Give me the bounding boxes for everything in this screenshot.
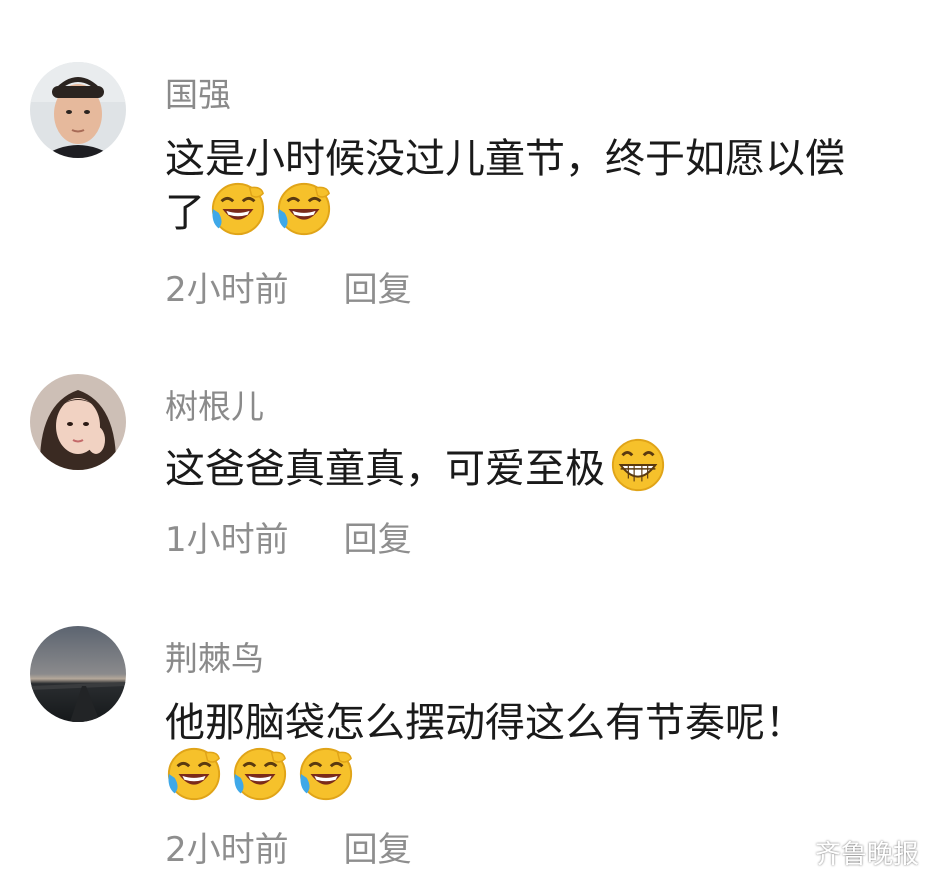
comment-text: 他那脑袋怎么摆动得这么有节奏呢！ — [165, 700, 805, 746]
comment-text-line2: 了 — [165, 190, 205, 236]
username[interactable]: 荆棘鸟 — [165, 632, 264, 680]
laugh-cry-emoji-icon — [211, 182, 265, 236]
username[interactable]: 国强 — [165, 68, 231, 116]
timestamp: 2小时前 — [165, 270, 289, 310]
username[interactable]: 树根儿 — [165, 380, 264, 428]
laugh-cry-emoji-icon — [277, 182, 331, 236]
avatar[interactable] — [30, 626, 126, 722]
comment-meta: 1小时前 回复 — [165, 512, 412, 561]
grin-emoji-icon — [611, 438, 665, 492]
reply-button[interactable]: 回复 — [344, 262, 412, 311]
laugh-cry-emoji-icon — [233, 747, 287, 801]
comment-text: 这爸爸真童真，可爱至极 — [165, 446, 605, 492]
comment-meta: 2小时前 回复 — [165, 822, 412, 871]
timestamp: 2小时前 — [165, 830, 289, 870]
timestamp: 1小时前 — [165, 520, 289, 560]
comment-text-row: 这爸爸真童真，可爱至极 — [165, 436, 675, 494]
watermark: 齐鲁晚报 — [772, 834, 919, 871]
comment-emojis — [165, 745, 363, 803]
avatar[interactable] — [30, 62, 126, 158]
comment-meta: 2小时前 回复 — [165, 262, 412, 311]
laugh-cry-emoji-icon — [167, 747, 221, 801]
reply-button[interactable]: 回复 — [344, 822, 412, 871]
comment-text-continued: 了 — [165, 180, 341, 238]
watermark-text: 齐鲁晚报 — [814, 840, 919, 870]
comment-text: 这是小时候没过儿童节，终于如愿以偿 — [165, 136, 845, 182]
reply-button[interactable]: 回复 — [344, 512, 412, 561]
avatar[interactable] — [30, 374, 126, 470]
laugh-cry-emoji-icon — [299, 747, 353, 801]
wechat-icon — [772, 839, 806, 865]
